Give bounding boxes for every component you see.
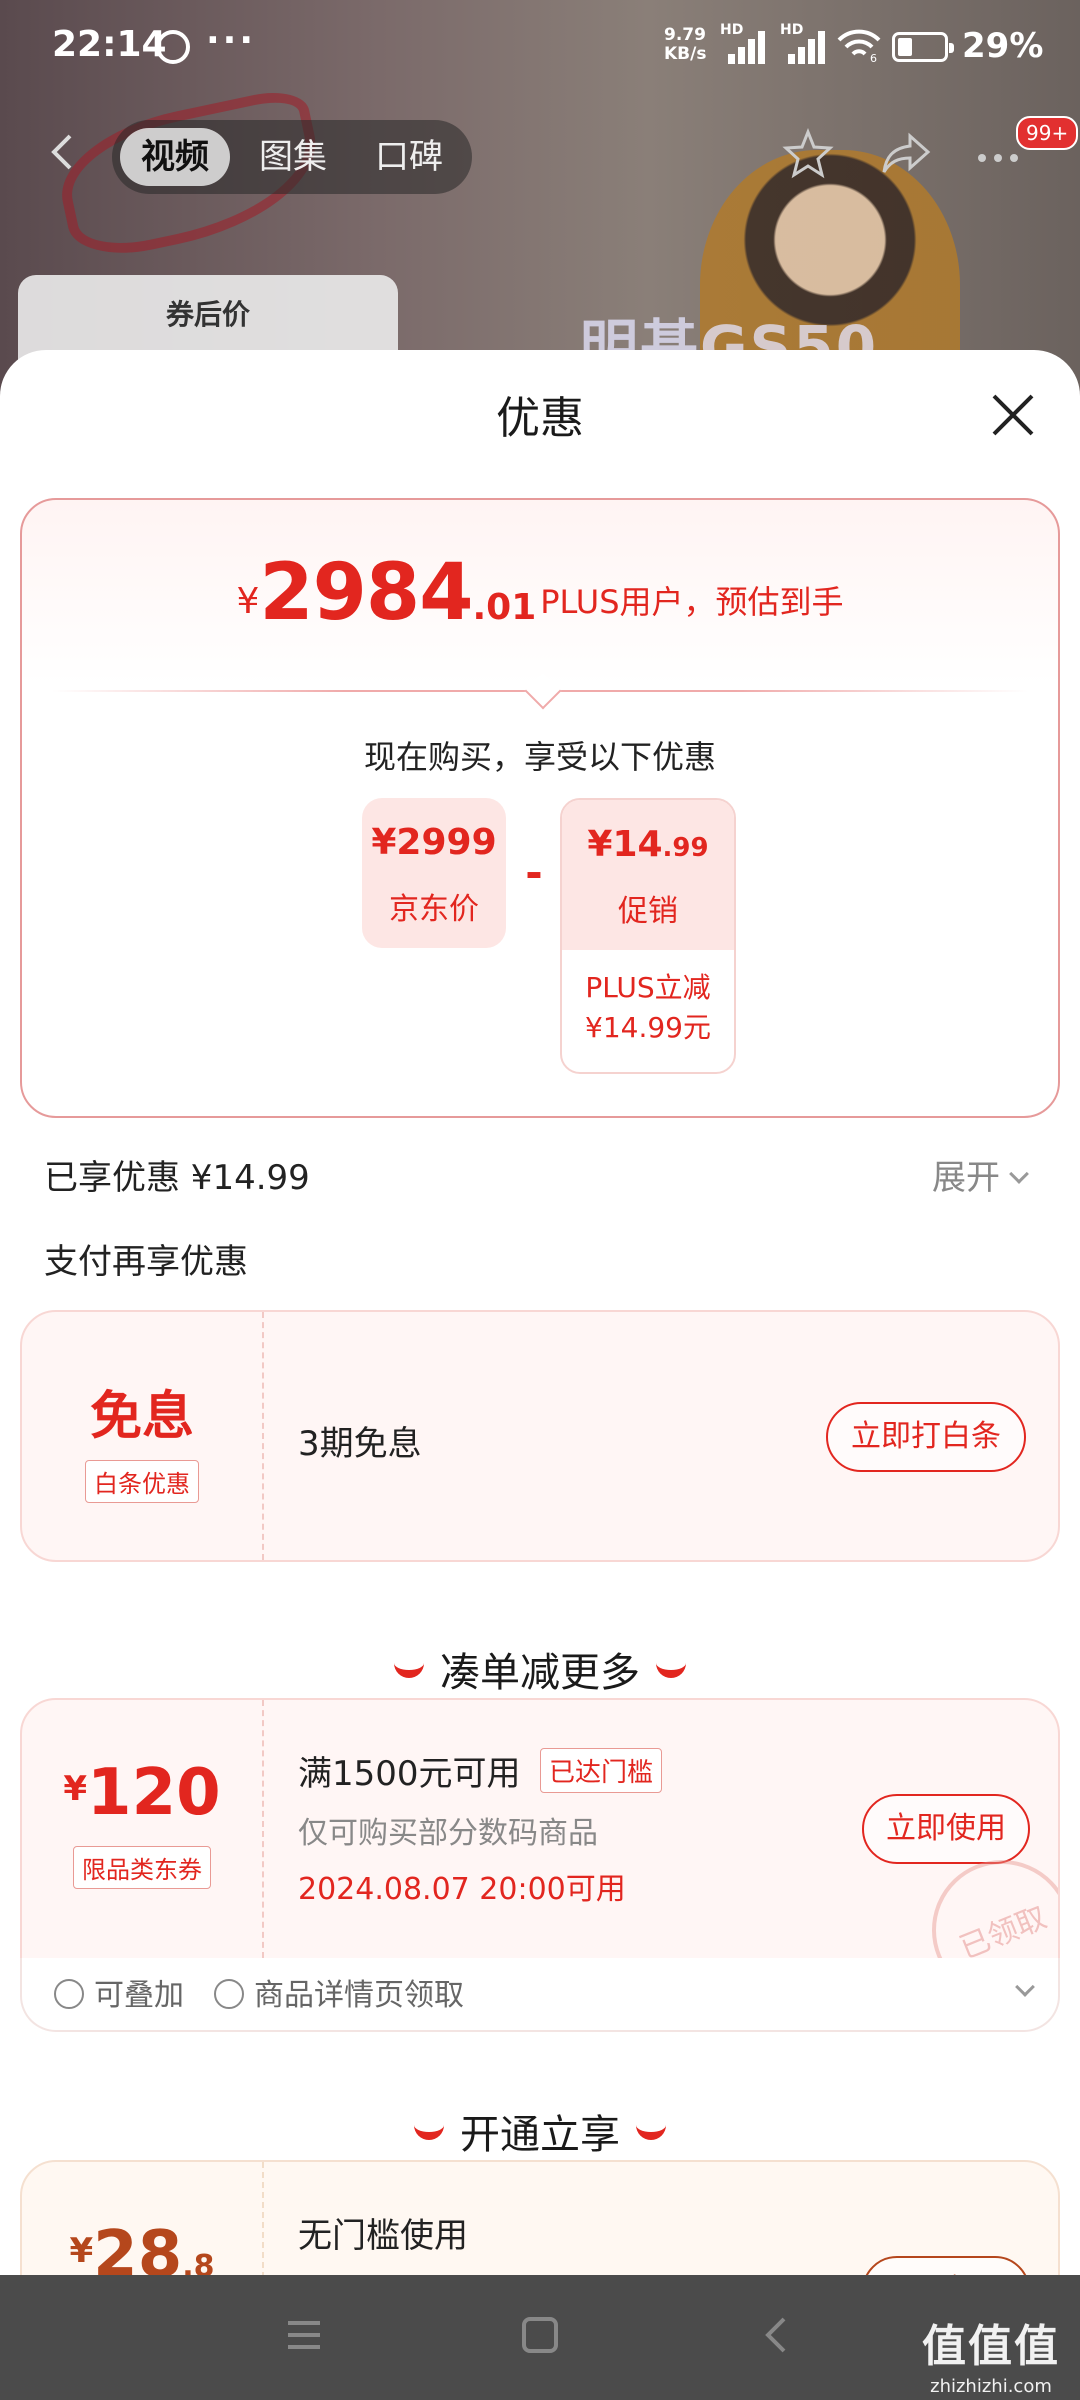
stackable-info: 可叠加 bbox=[54, 1970, 184, 2014]
share-icon[interactable] bbox=[880, 128, 932, 180]
status-bar: 22:14 ··· 9.79 KB/s HD HD 6 29% bbox=[0, 0, 1080, 95]
coupon-source-info: 商品详情页领取 bbox=[214, 1970, 464, 2014]
ticket-icon bbox=[214, 1979, 244, 2009]
jd-coupon-left: ¥120 限品类东券 bbox=[22, 1700, 264, 1958]
hd-label-1: HD bbox=[720, 22, 744, 38]
message-count-badge: 99+ bbox=[1016, 116, 1079, 150]
tab-reviews[interactable]: 口碑 bbox=[354, 128, 464, 186]
minus-sign: - bbox=[525, 848, 543, 897]
open-coupon-left: ¥28.8 bbox=[22, 2162, 264, 2275]
watermark-logo: 值值值 zhizhizhi.com bbox=[922, 2310, 1060, 2397]
watermark-text: 值值值 bbox=[922, 2321, 1060, 2372]
baitiao-card: 免息 白条优惠 3期免息 立即打白条 bbox=[20, 1310, 1060, 1562]
smile-icon-left-2 bbox=[414, 2124, 444, 2140]
coupon-type-tag: 限品类东券 bbox=[73, 1846, 211, 1889]
signal-icon-1: HD bbox=[720, 22, 768, 64]
wifi-icon: 6 bbox=[837, 29, 881, 62]
price-divider-notch bbox=[524, 672, 562, 710]
bundle-section-heading: 凑单减更多 bbox=[0, 1640, 1080, 1698]
use-coupon-button[interactable]: 立即使用 bbox=[862, 1794, 1030, 1864]
signal-icon-2: HD bbox=[780, 22, 828, 64]
smile-icon-right bbox=[656, 1662, 686, 1678]
buy-now-text: 现在购买，享受以下优惠 bbox=[363, 738, 716, 776]
status-time: 22:14 bbox=[52, 24, 167, 65]
back-nav-icon[interactable] bbox=[756, 2315, 796, 2355]
coupon-desc: 仅可购买部分数码商品 bbox=[298, 1816, 598, 1851]
open-coupon-amount: ¥28.8 bbox=[69, 2218, 215, 2275]
sheet-title: 优惠 bbox=[496, 393, 584, 444]
battery-percent: 29% bbox=[962, 26, 1044, 66]
watermark-url: zhizhizhi.com bbox=[930, 2376, 1052, 2397]
baitiao-left: 免息 白条优惠 bbox=[22, 1312, 264, 1560]
interest-free-text: 免息 bbox=[89, 1387, 194, 1447]
promo-value: ¥14.99 bbox=[587, 824, 709, 865]
coupon-expand-chevron-icon[interactable] bbox=[1015, 1977, 1035, 1997]
stack-icon bbox=[54, 1979, 84, 2009]
battery-icon bbox=[892, 32, 954, 62]
back-icon[interactable] bbox=[44, 132, 84, 172]
hd-label-2: HD bbox=[780, 22, 804, 38]
network-speed-value: 9.79 bbox=[664, 25, 706, 45]
open-section-heading: 开通立享 bbox=[0, 2102, 1080, 2160]
baitiao-tag: 白条优惠 bbox=[85, 1460, 199, 1503]
price-summary-card: ¥2984.01 PLUS用户，预估到手 现在购买，享受以下优惠 ¥2999 京东… bbox=[20, 498, 1060, 1118]
chevron-down-icon bbox=[1009, 1164, 1029, 1184]
estimated-price: ¥2984.01 PLUS用户，预估到手 bbox=[22, 548, 1058, 638]
open-coupon-card: ¥28.8 无门槛使用 「已领券专属」开通开店即领实用 开通领取 bbox=[20, 2160, 1060, 2275]
pay-more-title: 支付再享优惠 bbox=[44, 1242, 248, 1282]
close-icon[interactable] bbox=[990, 392, 1036, 438]
price-decimal: .01 bbox=[472, 587, 537, 628]
after-coupon-price-label: 券后价 bbox=[165, 298, 250, 331]
jd-price-value: ¥2999 bbox=[371, 822, 497, 863]
baitiao-button[interactable]: 立即打白条 bbox=[826, 1402, 1026, 1472]
coupon-amount: ¥120 bbox=[63, 1756, 221, 1830]
jd-coupon-card: ¥120 限品类东券 满1500元可用 已达门槛 仅可购买部分数码商品 2024… bbox=[20, 1698, 1060, 1960]
price-note: PLUS用户，预估到手 bbox=[540, 583, 844, 621]
media-tabs: 视频 图集 口碑 bbox=[112, 120, 472, 194]
price-currency: ¥ bbox=[236, 581, 260, 622]
promo-label: 促销 bbox=[618, 894, 678, 929]
open-coupon-title: 无门槛使用 bbox=[298, 2216, 468, 2256]
wifi-sub-label: 6 bbox=[870, 52, 877, 62]
plus-discount-note: PLUS立减 ¥14.99元 bbox=[585, 971, 711, 1044]
threshold-reached-badge: 已达门槛 bbox=[540, 1748, 663, 1793]
jd-price-box: ¥2999 京东价 bbox=[362, 798, 506, 948]
tab-video[interactable]: 视频 bbox=[120, 128, 230, 186]
discount-sheet: 优惠 ¥2984.01 PLUS用户，预估到手 现在购买，享受以下优惠 ¥2999… bbox=[0, 350, 1080, 2275]
coupon-available-time: 2024.08.07 20:00可用 bbox=[298, 1872, 626, 1907]
smile-icon-left bbox=[394, 1662, 424, 1678]
alarm-clock-icon bbox=[156, 30, 190, 64]
expand-label: 展开 bbox=[932, 1158, 1000, 1198]
enjoyed-discount: 已享优惠 ¥14.99 bbox=[44, 1158, 310, 1198]
tab-gallery[interactable]: 图集 bbox=[238, 128, 348, 186]
system-nav-bar bbox=[0, 2275, 1080, 2400]
network-speed-unit: KB/s bbox=[664, 44, 707, 64]
product-top-nav: 视频 图集 口碑 99+ bbox=[0, 110, 1080, 200]
smile-icon-right-2 bbox=[636, 2124, 666, 2140]
price-integer: 2984 bbox=[259, 548, 473, 638]
coupon-footer: 可叠加 商品详情页领取 bbox=[20, 1958, 1060, 2032]
jd-price-label: 京东价 bbox=[389, 892, 479, 927]
menu-icon[interactable] bbox=[284, 2315, 324, 2355]
promo-box: ¥14.99 促销 PLUS立减 ¥14.99元 bbox=[560, 798, 736, 1074]
coupon-title: 满1500元可用 bbox=[298, 1754, 521, 1794]
favorite-star-icon[interactable] bbox=[782, 128, 834, 180]
network-speed: 9.79 KB/s bbox=[664, 26, 706, 64]
home-icon[interactable] bbox=[520, 2315, 560, 2355]
open-coupon-button[interactable]: 开通领取 bbox=[862, 2256, 1030, 2275]
open-coupon-desc: 「已领券专属」开通开店即领实用 bbox=[298, 2266, 748, 2275]
expand-button[interactable]: 展开 bbox=[932, 1150, 1029, 1199]
more-notifications-icon: ··· bbox=[206, 20, 257, 61]
baitiao-desc: 3期免息 bbox=[298, 1424, 422, 1464]
